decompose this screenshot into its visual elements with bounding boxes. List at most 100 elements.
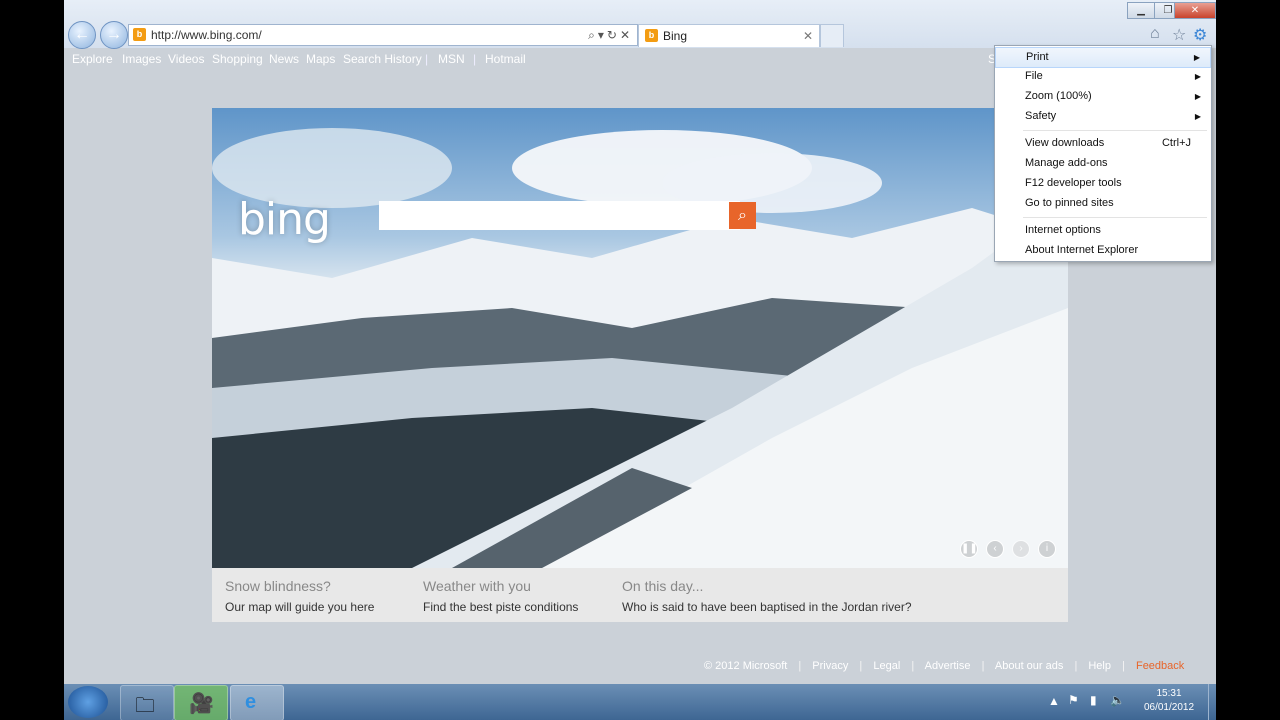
- menu-item-label: Go to pinned sites: [1025, 197, 1114, 209]
- info-icon[interactable]: i: [1038, 540, 1056, 558]
- nav-search-history[interactable]: Search History: [343, 52, 422, 66]
- menu-item-safety[interactable]: Safety ▶: [995, 107, 1211, 126]
- bing-favicon-icon: b: [133, 28, 146, 41]
- gear-icon[interactable]: ⚙: [1193, 25, 1207, 45]
- nav-maps[interactable]: Maps: [306, 52, 335, 66]
- footer-link-feedback[interactable]: Feedback: [1136, 660, 1184, 672]
- clock-time: 15:31: [1156, 688, 1182, 699]
- nav-msn[interactable]: MSN: [438, 52, 465, 66]
- tile-title[interactable]: On this day...: [622, 578, 703, 594]
- nav-separator: |: [473, 52, 477, 66]
- submenu-arrow-icon: ▶: [1194, 72, 1201, 81]
- page-footer: © 2012 Microsoft | Privacy | Legal | Adv…: [704, 660, 1192, 672]
- screen: ← → b http://www.bing.com/ ⌕▾↻✕ b Bing ✕…: [64, 0, 1216, 720]
- menu-item-shortcut: Ctrl+J: [1161, 137, 1191, 149]
- video-camera-icon: 🎥: [189, 693, 214, 715]
- menu-item-label: View downloads: [1025, 137, 1105, 149]
- forward-button[interactable]: →: [100, 21, 128, 49]
- bing-logo: bing: [238, 194, 331, 245]
- back-button[interactable]: ←: [68, 21, 96, 49]
- footer-separator: |: [981, 660, 985, 672]
- taskbar-clock[interactable]: 15:31 06/01/2012: [1134, 687, 1204, 715]
- action-center-icon[interactable]: ⚑: [1068, 693, 1079, 707]
- footer-link-privacy[interactable]: Privacy: [812, 660, 848, 672]
- home-icon[interactable]: ⌂: [1150, 25, 1160, 43]
- footer-separator: |: [911, 660, 915, 672]
- tile-subtitle[interactable]: Who is said to have been baptised in the…: [622, 600, 912, 614]
- new-tab-button[interactable]: [820, 24, 844, 47]
- nav-shopping[interactable]: Shopping: [212, 52, 263, 66]
- address-url[interactable]: http://www.bing.com/: [151, 25, 262, 45]
- menu-item-label: Manage add-ons: [1025, 157, 1108, 169]
- footer-separator: |: [1074, 660, 1078, 672]
- tab-title: Bing: [663, 29, 688, 43]
- taskbar: 🗀 🎥 e ▲ ⚑ ▮ 🔈 15:31 06/01/2012: [64, 684, 1216, 720]
- favorites-star-icon[interactable]: ☆: [1172, 25, 1186, 45]
- nav-news[interactable]: News: [269, 52, 299, 66]
- taskbar-explorer[interactable]: 🗀: [120, 685, 174, 720]
- menu-item-label: Zoom (100%): [1025, 90, 1092, 102]
- footer-separator: |: [859, 660, 863, 672]
- nav-explore[interactable]: Explore: [72, 52, 113, 66]
- menu-item-file[interactable]: File ▶: [995, 67, 1211, 86]
- tile-title[interactable]: Weather with you: [423, 578, 531, 594]
- hotspot-tiles: Snow blindness? Our map will guide you h…: [212, 568, 1068, 622]
- footer-separator: |: [1122, 660, 1125, 672]
- search-button[interactable]: ⌕: [729, 202, 756, 229]
- next-image-icon[interactable]: ›: [1012, 540, 1030, 558]
- refresh-icon[interactable]: ↻: [607, 28, 620, 42]
- nav-images[interactable]: Images: [122, 52, 161, 66]
- menu-item-label: About Internet Explorer: [1025, 244, 1139, 256]
- folder-icon: 🗀: [135, 695, 155, 717]
- pause-icon[interactable]: ❚❚: [960, 540, 978, 558]
- footer-link-help[interactable]: Help: [1088, 660, 1111, 672]
- start-button[interactable]: [68, 686, 108, 718]
- stop-icon[interactable]: ✕: [620, 28, 633, 42]
- address-tools: ⌕▾↻✕: [588, 25, 633, 45]
- nav-hotmail[interactable]: Hotmail: [485, 52, 526, 66]
- menu-separator: [1023, 130, 1207, 131]
- tile-subtitle[interactable]: Find the best piste conditions: [423, 600, 578, 614]
- menu-item-label: F12 developer tools: [1025, 177, 1122, 189]
- internet-explorer-icon: e: [245, 691, 257, 713]
- tile-title[interactable]: Snow blindness?: [225, 578, 331, 594]
- nav-videos[interactable]: Videos: [168, 52, 204, 66]
- menu-item-print[interactable]: Print ▶: [995, 47, 1211, 68]
- tile-subtitle[interactable]: Our map will guide you here: [225, 600, 374, 614]
- dropdown-icon[interactable]: ▾: [598, 28, 607, 42]
- menu-item-label: File: [1025, 70, 1043, 82]
- menu-item-pinned-sites[interactable]: Go to pinned sites: [995, 194, 1211, 213]
- browser-chrome: ← → b http://www.bing.com/ ⌕▾↻✕ b Bing ✕…: [64, 0, 1216, 49]
- footer-link-legal[interactable]: Legal: [873, 660, 900, 672]
- submenu-arrow-icon: ▶: [1193, 53, 1200, 62]
- menu-item-about-ie[interactable]: About Internet Explorer: [995, 241, 1211, 260]
- taskbar-recorder[interactable]: 🎥: [174, 685, 228, 720]
- menu-item-label: Print: [1026, 51, 1049, 63]
- volume-icon[interactable]: 🔈: [1110, 693, 1125, 707]
- minimize-button[interactable]: ▁: [1127, 2, 1155, 19]
- search-input[interactable]: [379, 201, 740, 230]
- menu-separator: [1023, 217, 1207, 218]
- menu-item-zoom[interactable]: Zoom (100%) ▶: [995, 87, 1211, 106]
- footer-separator: |: [798, 660, 802, 672]
- address-bar[interactable]: b http://www.bing.com/ ⌕▾↻✕: [128, 24, 638, 46]
- menu-item-label: Safety: [1025, 110, 1057, 122]
- battery-icon[interactable]: ▮: [1090, 693, 1097, 707]
- menu-item-manage-addons[interactable]: Manage add-ons: [995, 154, 1211, 173]
- taskbar-internet-explorer[interactable]: e: [230, 685, 284, 720]
- bing-favicon-icon: b: [645, 29, 658, 42]
- tab-close-icon[interactable]: ✕: [803, 25, 813, 47]
- footer-link-advertise[interactable]: Advertise: [925, 660, 971, 672]
- show-desktop-button[interactable]: [1208, 684, 1216, 720]
- menu-item-view-downloads[interactable]: View downloads Ctrl+J: [995, 134, 1211, 153]
- menu-item-internet-options[interactable]: Internet options: [995, 221, 1211, 240]
- menu-item-f12-tools[interactable]: F12 developer tools: [995, 174, 1211, 193]
- close-window-button[interactable]: ✕: [1174, 2, 1216, 19]
- show-hidden-icons-icon[interactable]: ▲: [1048, 694, 1060, 708]
- footer-link-about-ads[interactable]: About our ads: [995, 660, 1064, 672]
- tab-bing[interactable]: b Bing ✕: [638, 24, 820, 47]
- search-icon[interactable]: ⌕: [588, 28, 598, 42]
- search-icon: ⌕: [738, 207, 747, 224]
- submenu-arrow-icon: ▶: [1194, 112, 1201, 121]
- previous-image-icon[interactable]: ‹: [986, 540, 1004, 558]
